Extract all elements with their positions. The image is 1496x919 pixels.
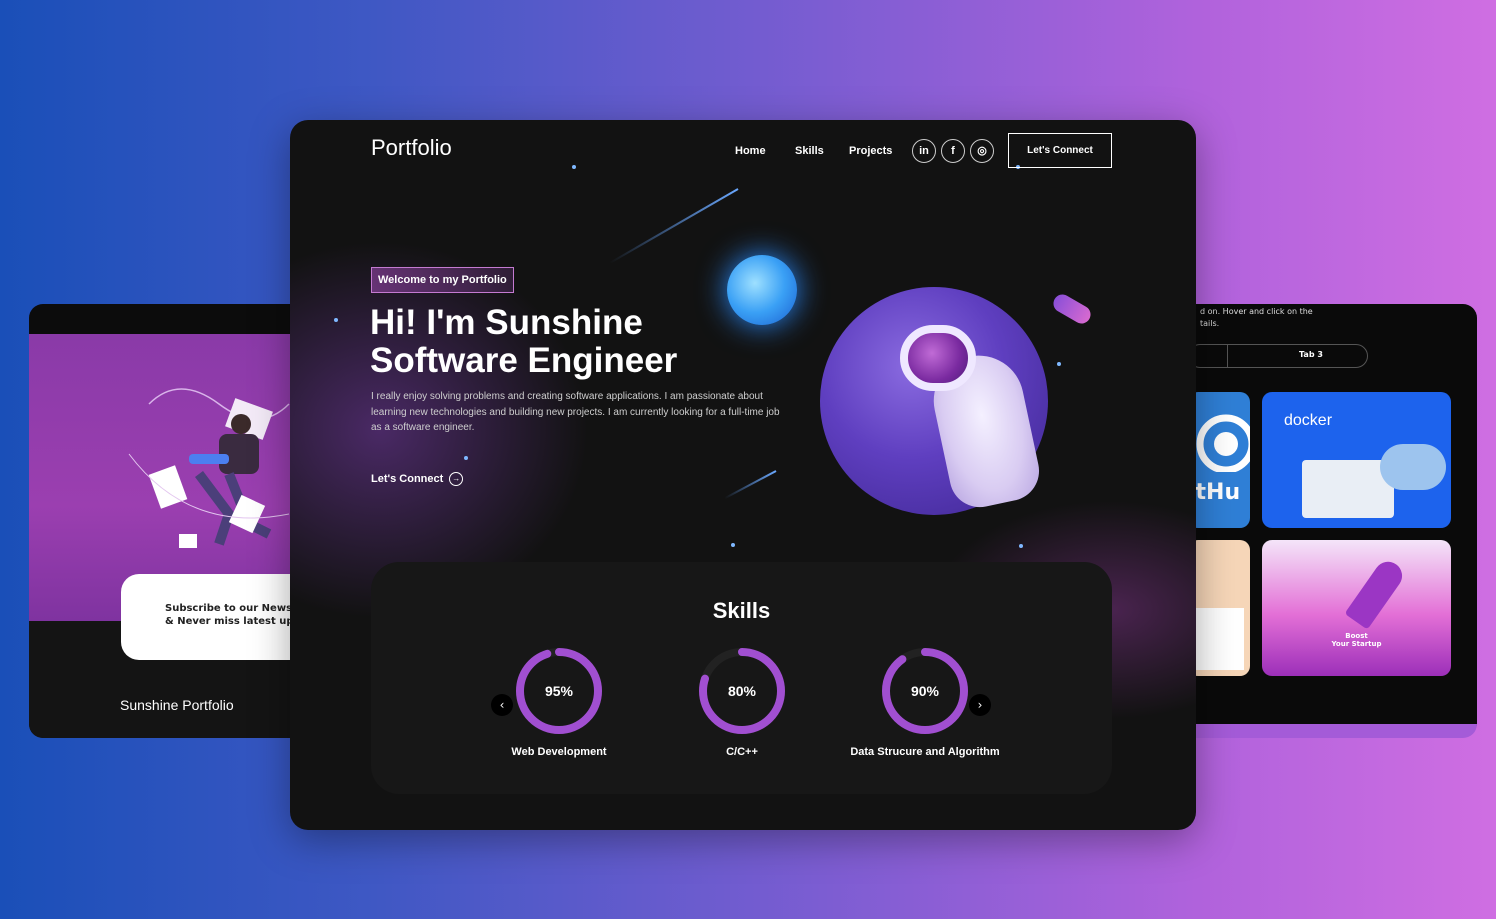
welcome-badge: Welcome to my Portfolio	[371, 267, 514, 293]
hero-headline: Hi! I'm Sunshine Software Engineer	[370, 304, 677, 380]
project-card-startup[interactable]: Boost Your Startup	[1262, 540, 1451, 676]
footer-title: Sunshine Portfolio	[120, 697, 234, 713]
hint-line-1: d on. Hover and click on the	[1200, 307, 1313, 316]
skill-item-web-development: 95% Web Development	[511, 645, 607, 758]
arrow-right-icon: →	[449, 472, 464, 486]
docker-logo-text: docker	[1284, 412, 1333, 429]
star-dot	[464, 456, 468, 460]
project-card-docker[interactable]: docker	[1262, 392, 1451, 528]
skill-percent: 90%	[910, 683, 940, 699]
github-icon[interactable]: ◎	[970, 139, 994, 163]
astronaut-helmet	[900, 325, 976, 391]
star-dot	[334, 318, 338, 322]
site-logo[interactable]: Portfolio	[371, 135, 452, 161]
projects-hint: d on. Hover and click on the tails.	[1200, 306, 1360, 330]
table-thumbnail	[1194, 608, 1244, 670]
hint-line-2: tails.	[1200, 319, 1220, 328]
left-preview-card: Subscribe to our Newslett & Never miss l…	[29, 304, 329, 738]
project-card-github[interactable]: itHu	[1188, 392, 1250, 528]
star-dot	[731, 543, 735, 547]
star-dot	[572, 165, 576, 169]
skills-section: Skills ‹ › 95% Web Development 80% C/C++…	[371, 562, 1112, 794]
skill-label: C/C++	[726, 746, 758, 758]
portfolio-window: Portfolio Home Skills Projects in f ◎ Le…	[290, 120, 1196, 830]
nav-home[interactable]: Home	[735, 145, 766, 157]
skill-percent: 80%	[727, 683, 757, 699]
project-tabs: Tab 3	[1188, 344, 1368, 368]
headline-line-2: Software Engineer	[370, 341, 678, 380]
facebook-icon[interactable]: f	[941, 139, 965, 163]
shooting-star	[609, 188, 739, 264]
tab-3[interactable]: Tab 3	[1299, 350, 1323, 359]
shooting-star	[724, 470, 777, 500]
skills-title: Skills	[712, 598, 771, 623]
tab-divider	[1227, 345, 1228, 367]
github-icon	[1196, 414, 1250, 474]
hero-intro: I really enjoy solving problems and crea…	[371, 391, 780, 433]
carousel-prev-button[interactable]: ‹	[491, 694, 513, 716]
skill-label: Web Development	[511, 746, 607, 758]
rocket-illustration	[1344, 556, 1408, 630]
star-dot	[1019, 544, 1023, 548]
skill-item-data-structure: 90% Data Strucure and Algorithm	[850, 645, 1000, 758]
startup-headline: Boost Your Startup	[1262, 632, 1451, 648]
nav-skills[interactable]: Skills	[795, 145, 824, 157]
skill-percent: 95%	[544, 683, 574, 699]
linkedin-icon[interactable]: in	[912, 139, 936, 163]
carousel-next-button[interactable]: ›	[969, 694, 991, 716]
startup-line-2: Your Startup	[1331, 640, 1382, 648]
headline-line-1: Hi! I'm Sunshine	[370, 303, 643, 342]
rocket-illustration	[1050, 291, 1094, 327]
nav-projects[interactable]: Projects	[849, 145, 892, 157]
star-dot	[1057, 362, 1061, 366]
hero-connect-link[interactable]: Let's Connect →	[371, 472, 464, 486]
skill-label: Data Strucure and Algorithm	[850, 746, 1000, 758]
whale-illustration	[1380, 444, 1446, 490]
lets-connect-button[interactable]: Let's Connect	[1008, 133, 1112, 168]
blue-planet-illustration	[727, 255, 797, 325]
startup-line-1: Boost	[1345, 632, 1368, 640]
hero-connect-label: Let's Connect	[371, 472, 444, 485]
right-preview-card: d on. Hover and click on the tails. Tab …	[1168, 304, 1477, 738]
project-card-form[interactable]	[1188, 540, 1250, 676]
skill-item-c-cpp: 80% C/C++	[696, 645, 788, 758]
